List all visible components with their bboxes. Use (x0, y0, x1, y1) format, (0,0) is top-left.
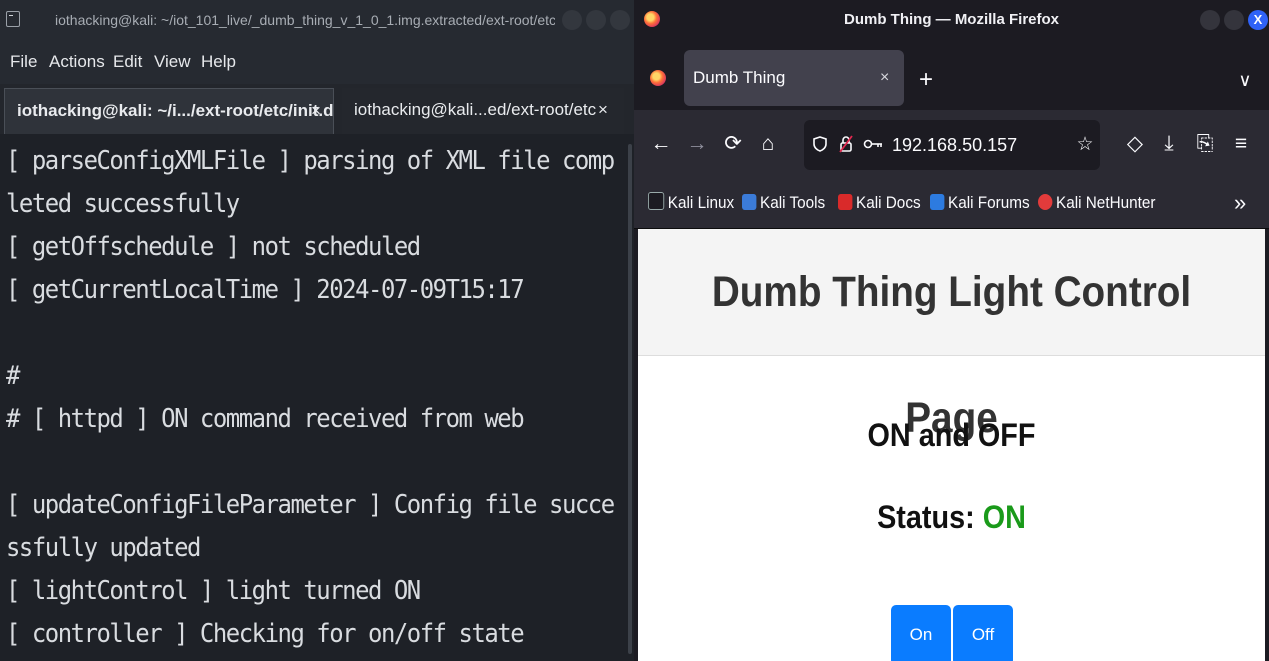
terminal-line: [ updateConfigFileParameter ] Config fil… (6, 490, 615, 520)
back-arrow-icon[interactable]: ← (650, 110, 672, 178)
bookmark-label: Kali Forums (948, 193, 1030, 212)
terminal-titlebar[interactable]: iothacking@kali: ~/iot_101_live/_dumb_th… (0, 0, 634, 40)
status-line: Status: ON (669, 499, 1233, 536)
downloads-icon[interactable]: ⤓ (1158, 110, 1180, 178)
close-icon[interactable]: × (311, 89, 321, 133)
home-icon[interactable]: ⌂ (757, 110, 779, 178)
kali-nethunter-icon (1038, 194, 1053, 210)
browser-tab-dumb-thing[interactable]: Dumb Thing × (684, 50, 904, 106)
bookmark-kali-forums[interactable]: Kali Forums (930, 178, 1030, 228)
kali-tools-icon (742, 194, 757, 210)
status-label: Status: (877, 499, 975, 535)
key-icon[interactable] (862, 120, 884, 170)
close-icon[interactable]: × (880, 50, 889, 106)
firefox-navigation-toolbar: ← → ⟳ ⌂ 192.168.50.157 ☆ ◇ ⤓ ⎘ ≡ (634, 110, 1269, 178)
terminal-tab-label: iothacking@kali: ~/i.../ext-root/etc/ini… (17, 101, 334, 120)
terminal-scrollbar-thumb[interactable] (628, 144, 632, 654)
url-text[interactable]: 192.168.50.157 (892, 120, 1017, 170)
menu-actions[interactable]: Actions (49, 40, 105, 84)
firefox-window: Dumb Thing — Mozilla Firefox X Dumb Thin… (634, 0, 1269, 661)
bookmark-kali-tools[interactable]: Kali Tools (742, 178, 825, 228)
terminal-output[interactable]: [ parseConfigXMLFile ] parsing of XML fi… (0, 136, 626, 661)
firefox-titlebar[interactable]: Dumb Thing — Mozilla Firefox X (634, 0, 1269, 40)
kali-dragon-icon (648, 192, 665, 210)
terminal-line: [ getOffschedule ] not scheduled (6, 232, 421, 262)
bookmark-kali-docs[interactable]: Kali Docs (838, 178, 921, 228)
kali-docs-icon (838, 194, 853, 210)
close-icon[interactable]: × (598, 88, 608, 132)
reload-icon[interactable]: ⟳ (722, 110, 744, 178)
more-bookmarks-icon[interactable]: » (1234, 178, 1246, 228)
page-subtitle: ON and OFF (867, 417, 1036, 453)
bookmark-label: Kali Docs (856, 193, 921, 212)
bookmark-kali-nethunter[interactable]: Kali NetHunter (1038, 178, 1156, 228)
terminal-window-title: iothacking@kali: ~/iot_101_live/_dumb_th… (55, 12, 555, 28)
shield-icon[interactable] (810, 120, 830, 170)
bookmark-label: Kali NetHunter (1056, 193, 1156, 212)
web-page: Dumb Thing Light Control Page ON and OFF… (638, 229, 1265, 661)
on-button[interactable]: On (891, 605, 951, 661)
status-value: ON (982, 499, 1026, 535)
firefox-window-title: Dumb Thing — Mozilla Firefox (844, 11, 1059, 28)
terminal-scrollbar[interactable] (626, 136, 634, 661)
terminal-line: # (6, 361, 20, 391)
forward-arrow-icon[interactable]: → (686, 110, 708, 178)
firefox-close-button[interactable]: X (1248, 10, 1268, 30)
terminal-window: iothacking@kali: ~/iot_101_live/_dumb_th… (0, 0, 634, 661)
bookmark-label: Kali Linux (667, 193, 735, 212)
hamburger-menu-icon[interactable]: ≡ (1230, 110, 1252, 178)
bookmarks-toolbar: Kali Linux Kali Tools Kali Docs Kali For… (634, 178, 1269, 229)
terminal-maximize-button[interactable] (586, 10, 606, 30)
menu-edit[interactable]: Edit (113, 40, 142, 84)
terminal-close-button[interactable] (610, 10, 630, 30)
off-button[interactable]: Off (953, 605, 1013, 661)
firefox-maximize-button[interactable] (1224, 10, 1244, 30)
firefox-minimize-button[interactable] (1200, 10, 1220, 30)
menu-file[interactable]: File (10, 40, 37, 84)
insecure-lock-icon[interactable] (836, 120, 856, 170)
firefox-view-icon[interactable] (650, 70, 666, 86)
terminal-line: # [ httpd ] ON command received from web (6, 404, 525, 434)
terminal-minimize-button[interactable] (562, 10, 582, 30)
browser-tab-label: Dumb Thing (693, 68, 786, 87)
terminal-line: leted successfully (6, 189, 240, 219)
new-tab-plus-icon[interactable]: + (916, 60, 936, 100)
menu-help[interactable]: Help (201, 40, 236, 84)
extensions-icon[interactable]: ⎘ (1194, 110, 1216, 178)
terminal-line: [ lightControl ] light turned ON (6, 576, 421, 606)
menu-view[interactable]: View (154, 40, 191, 84)
url-bar[interactable]: 192.168.50.157 ☆ (804, 120, 1100, 170)
terminal-tab-etc[interactable]: iothacking@kali...ed/ext-root/etc × (342, 88, 624, 134)
terminal-line: [ parseConfigXMLFile ] parsing of XML fi… (6, 146, 615, 176)
page-header: Dumb Thing Light Control Page (638, 229, 1265, 442)
page-title: Dumb Thing Light Control Page (711, 268, 1192, 442)
terminal-line: ssfully updated (6, 533, 201, 563)
terminal-menubar: File Actions Edit View Help (0, 40, 634, 84)
bookmark-star-icon[interactable]: ☆ (1074, 120, 1096, 170)
terminal-tab-label: iothacking@kali...ed/ext-root/etc (354, 100, 597, 119)
bookmark-label: Kali Tools (760, 193, 826, 212)
terminal-tab-init-d[interactable]: iothacking@kali: ~/i.../ext-root/etc/ini… (4, 88, 334, 134)
terminal-tab-bar: iothacking@kali: ~/i.../ext-root/etc/ini… (0, 84, 634, 134)
pocket-icon[interactable]: ◇ (1124, 110, 1146, 178)
kali-forums-icon (930, 194, 945, 210)
chevron-down-icon[interactable]: ∨ (1234, 60, 1256, 100)
terminal-line: [ getCurrentLocalTime ] 2024-07-09T15:17 (6, 275, 525, 305)
terminal-line: [ controller ] Checking for on/off state (6, 619, 525, 649)
firefox-tab-strip: Dumb Thing × + ∨ (634, 40, 1269, 110)
bookmark-kali-linux[interactable]: Kali Linux (648, 178, 734, 228)
terminal-app-icon (6, 11, 20, 27)
